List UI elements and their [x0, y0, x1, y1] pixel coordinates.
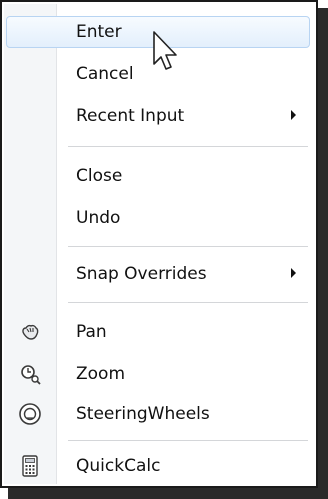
mouse-pointer-icon — [153, 31, 177, 70]
menu-item-label: Recent Input — [76, 106, 185, 126]
menu-item-quickcalc[interactable]: QuickCalc — [6, 450, 310, 482]
menu-item-label: Close — [76, 166, 123, 186]
steering-wheel-icon — [19, 403, 41, 425]
separator — [68, 246, 308, 247]
menu-item-close[interactable]: Close — [6, 160, 310, 192]
menu-item-zoom[interactable]: Zoom — [6, 358, 310, 390]
menu-item-label: Pan — [76, 322, 107, 342]
separator — [68, 302, 308, 303]
menu-item-label: QuickCalc — [76, 456, 161, 476]
separator — [68, 146, 308, 147]
menu-item-label: Undo — [76, 208, 121, 228]
separator — [68, 440, 308, 441]
menu-item-snap-overrides[interactable]: Snap Overrides — [6, 258, 310, 290]
menu-item-undo[interactable]: Undo — [6, 202, 310, 234]
calculator-icon — [22, 455, 38, 477]
menu-item-pan[interactable]: Pan — [6, 316, 310, 348]
menu-item-label: Zoom — [76, 364, 126, 384]
submenu-arrow-icon — [291, 110, 296, 120]
submenu-arrow-icon — [291, 268, 296, 278]
context-menu: Enter Cancel Recent Input Close Undo Sna… — [0, 0, 318, 488]
pan-hand-icon — [22, 324, 39, 340]
menu-item-label: Snap Overrides — [76, 264, 207, 284]
menu-item-steeringwheels[interactable]: SteeringWheels — [6, 398, 310, 430]
menu-item-label: Enter — [76, 22, 122, 42]
menu-item-label: SteeringWheels — [76, 404, 210, 424]
menu-item-recent-input[interactable]: Recent Input — [6, 100, 310, 132]
zoom-magnifier-icon — [21, 365, 41, 385]
menu-item-label: Cancel — [76, 64, 134, 84]
